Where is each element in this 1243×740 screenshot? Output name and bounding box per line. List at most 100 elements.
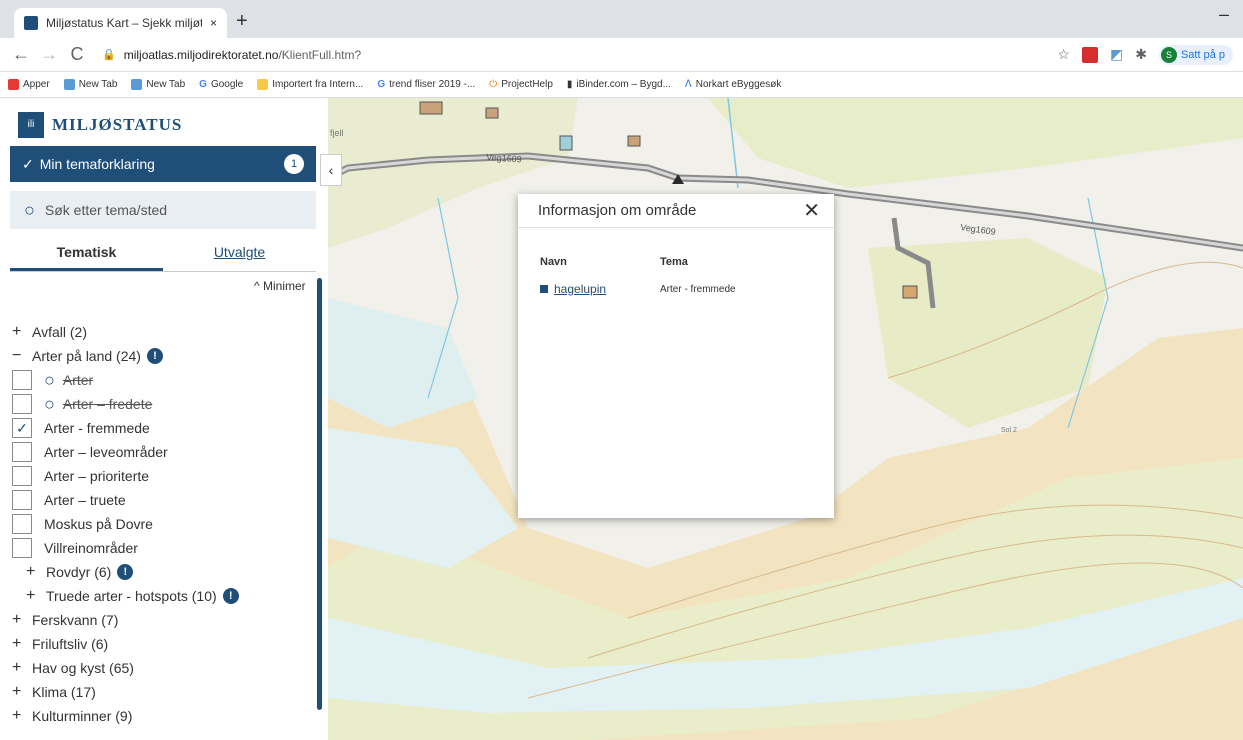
sidebar-scrollbar[interactable] [317,278,322,710]
tree-item-hav-og-kyst[interactable]: + Hav og kyst (65) [12,656,312,680]
power-icon: ⏻ [489,79,498,90]
layer-item-arter-truete[interactable]: Arter – truete [12,488,312,512]
bookmark-star-icon[interactable]: ☆ [1057,46,1070,63]
extensions-puzzle-icon[interactable]: ✱ [1135,46,1147,63]
bookmark-label: iBinder.com – Bygd... [576,79,671,90]
tree-item-ferskvann[interactable]: + Ferskvann (7) [12,608,312,632]
bookmark-item[interactable]: ▮ iBinder.com – Bygd... [567,79,671,90]
bookmarks-bar: Apper New Tab New Tab G Google Importert … [0,72,1243,98]
expand-plus-icon[interactable]: + [12,323,32,341]
tree-item-avfall[interactable]: + Avfall (2) [12,320,312,344]
search-icon[interactable]: ○ [44,394,55,415]
tab-tematisk[interactable]: Tematisk [10,242,163,271]
tree-item-arter-paa-land[interactable]: − Arter på land (24)! [12,344,312,368]
hagelupin-link[interactable]: hagelupin [554,282,606,296]
info-exclamation-icon[interactable]: ! [222,588,239,604]
expand-plus-icon[interactable]: + [12,707,32,725]
collapse-minus-icon[interactable]: − [12,347,32,365]
layer-item-arter-prioriterte[interactable]: Arter – prioriterte [12,464,312,488]
layer-checkbox-checked[interactable]: ✓ [12,418,32,438]
layer-item-arter-leveomrader[interactable]: Arter – leveområder [12,440,312,464]
place-label: fjell [330,128,344,138]
chevron-up-icon: ^ [254,279,260,293]
bookmark-apps[interactable]: Apper [8,79,50,90]
window-minimize-button[interactable]: – [1219,4,1229,25]
layer-checkbox[interactable] [12,370,32,390]
close-icon[interactable]: ✕ [803,198,820,223]
browser-tab[interactable]: Miljøstatus Kart – Sjekk miljøtilst × [14,8,227,38]
tree-item-truede-arter[interactable]: + Truede arter - hotspots (10)! [12,584,312,608]
browser-tab-strip: Miljøstatus Kart – Sjekk miljøtilst × + … [0,0,1243,38]
layer-label: Arter – truete [44,492,126,508]
tema-button-label: Min temaforklaring [39,156,155,172]
tab-close-icon[interactable]: × [210,16,217,30]
tree-item-label: Klima (17) [32,684,96,700]
layer-checkbox[interactable] [12,490,32,510]
miljostatus-logo[interactable]: ili MILJØSTATUS [18,112,182,138]
layer-label: Arter – leveområder [44,444,168,460]
building [559,135,573,151]
bookmark-item[interactable]: G Google [199,79,243,90]
folder-icon [257,79,269,90]
extension-icon[interactable]: ◩ [1110,46,1123,63]
popup-table-header: Navn Tema [540,256,790,268]
layer-checkbox[interactable] [12,442,32,462]
bookmark-item[interactable]: New Tab [131,79,185,90]
layer-item-moskus[interactable]: Moskus på Dovre [12,512,312,536]
popup-title: Informasjon om område [538,202,697,219]
building [485,107,499,119]
tree-item-friluftsliv[interactable]: + Friluftsliv (6) [12,632,312,656]
profile-label: Satt på p [1180,48,1225,61]
layer-item-arter-fremmede[interactable]: ✓ Arter - fremmede [12,416,312,440]
back-arrow-icon[interactable]: ← [10,44,32,65]
search-icon: ○ [24,199,35,220]
collapse-sidebar-button[interactable]: ‹ [320,154,342,186]
layer-checkbox[interactable] [12,466,32,486]
map-canvas[interactable]: Veg1609 Veg1609 Sol 2 fjell Informasjon … [328,98,1243,740]
info-exclamation-icon[interactable]: ! [146,348,163,364]
forward-arrow-icon[interactable]: → [38,44,60,65]
bookmark-label: ProjectHelp [501,79,553,90]
expand-plus-icon[interactable]: + [12,683,32,701]
bookmark-item[interactable]: ᐱ Norkart eByggesøk [685,79,781,90]
popup-table: Navn Tema hagelupin Arter - fremmede [540,256,790,296]
tree-item-klima[interactable]: + Klima (17) [12,680,312,704]
layer-label: Arter - fremmede [44,420,150,436]
layer-item-arter[interactable]: ○ Arter [12,368,312,392]
layer-item-villrein[interactable]: Villreinområder [12,536,312,560]
site-favicon-icon [24,16,38,30]
url-field[interactable]: 🔒 miljoatlas.miljodirektoratet.no /Klien… [94,42,1057,68]
info-exclamation-icon[interactable]: ! [117,564,134,580]
new-tab-button[interactable]: + [236,10,248,33]
bookmark-label: trend fliser 2019 -... [389,79,476,90]
tab-title: Miljøstatus Kart – Sjekk miljøtilst [46,16,202,30]
reload-icon[interactable]: C [66,44,88,65]
browser-toolbar-right: ☆ ◩ ✱ S Satt på p [1057,44,1233,65]
tab-utvalgte[interactable]: Utvalgte [163,242,316,271]
tema-cell: Arter - fremmede [660,283,736,295]
pdf-extension-icon[interactable] [1081,46,1098,63]
expand-plus-icon[interactable]: + [26,587,46,605]
search-box[interactable]: ○ [10,191,316,229]
building [902,285,918,299]
bookmark-item[interactable]: New Tab [63,79,118,90]
search-icon[interactable]: ○ [44,370,55,391]
tree-item-kulturminner[interactable]: + Kulturminner (9) [12,704,312,728]
layer-item-arter-fredete[interactable]: ○ Arter – fredete [12,392,312,416]
bookmark-item[interactable]: Importert fra Intern... [257,79,363,90]
layer-checkbox[interactable] [12,538,32,558]
bookmark-item[interactable]: Gtrend fliser 2019 -... [377,79,475,90]
expand-plus-icon[interactable]: + [12,659,32,677]
layer-checkbox[interactable] [12,394,32,414]
min-temaforklaring-button[interactable]: ✓ Min temaforklaring 1 [10,146,316,182]
tree-item-rovdyr[interactable]: + Rovdyr (6)! [12,560,312,584]
expand-plus-icon[interactable]: + [26,563,46,581]
bookmark-label: New Tab [78,79,118,90]
minimer-button[interactable]: ^ Minimer [254,279,306,293]
search-input[interactable] [44,202,302,218]
expand-plus-icon[interactable]: + [12,611,32,629]
layer-checkbox[interactable] [12,514,32,534]
expand-plus-icon[interactable]: + [12,635,32,653]
bookmark-item[interactable]: ⏻ ProjectHelp [489,79,553,90]
profile-button[interactable]: S Satt på p [1158,44,1233,65]
